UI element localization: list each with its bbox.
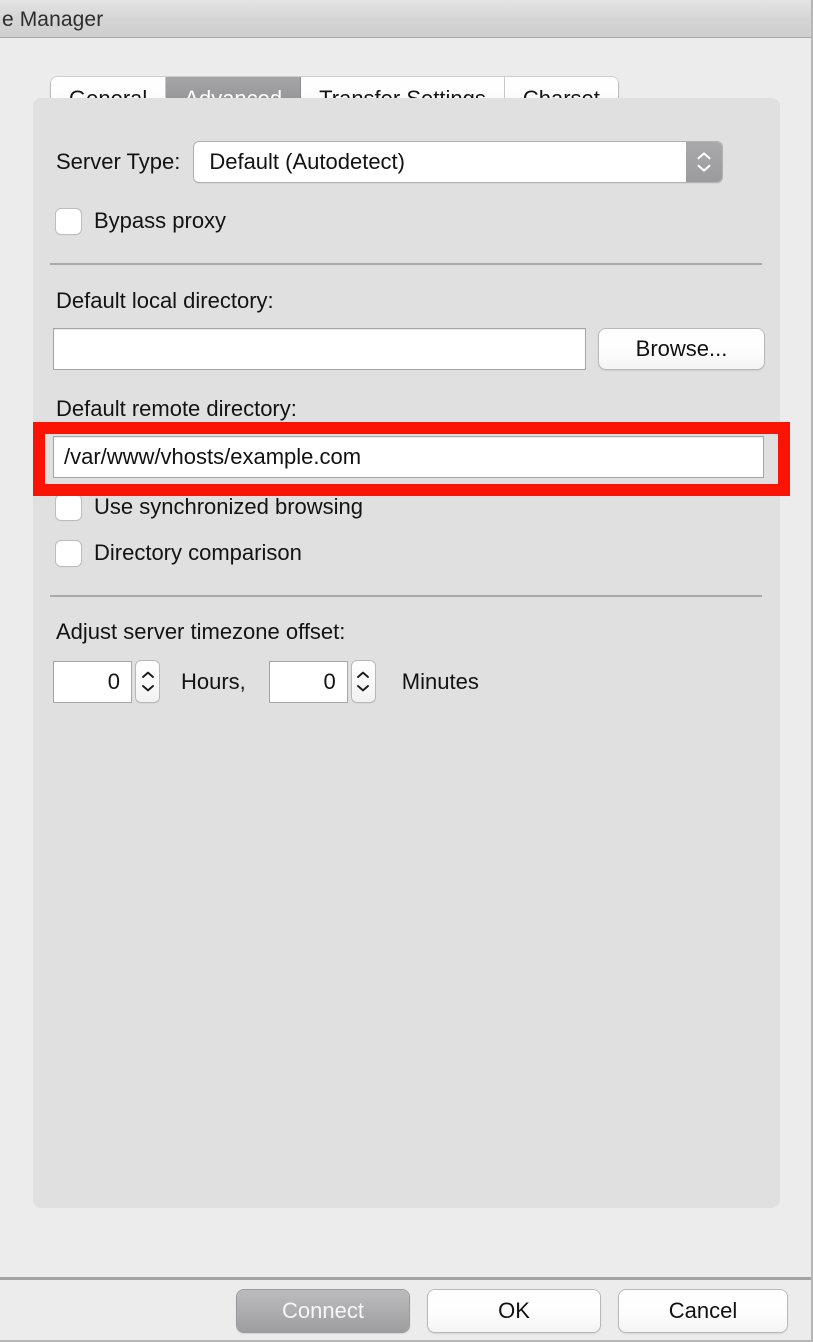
synchronized-browsing-checkbox[interactable] [56, 494, 81, 520]
directory-comparison-checkbox[interactable] [56, 540, 81, 566]
timezone-offset-label: Adjust server timezone offset: [56, 619, 346, 644]
hours-value: 0 [107, 668, 120, 694]
bypass-proxy-label: Bypass proxy [94, 208, 227, 233]
remote-directory-value: /var/www/vhosts/example.com [64, 444, 362, 469]
timezone-fields-row: 0 Hours, 0 Minutes [54, 661, 479, 702]
chevron-up-icon [697, 152, 711, 160]
bypass-proxy-checkbox[interactable] [56, 208, 81, 234]
chevron-up-icon [357, 671, 370, 678]
server-type-value: Default (Autodetect) [209, 149, 405, 174]
divider-bottom [50, 595, 762, 597]
local-directory-label-row: Default local directory: [56, 288, 274, 314]
local-directory-label: Default local directory: [56, 288, 274, 313]
advanced-tab-panel: Server Type: Default (Autodetect) Bypass… [33, 98, 780, 1208]
hours-stepper[interactable] [136, 661, 159, 702]
window-title: e Manager [2, 8, 104, 31]
local-directory-row: Browse... [54, 329, 764, 369]
directory-comparison-row[interactable]: Directory comparison [56, 540, 302, 566]
remote-directory-label: Default remote directory: [56, 396, 297, 421]
directory-comparison-label: Directory comparison [94, 540, 302, 565]
browse-button[interactable]: Browse... [599, 329, 764, 369]
minutes-stepper[interactable] [351, 661, 375, 702]
dialog-footer: Connect OK Cancel [0, 1280, 811, 1340]
remote-directory-row: /var/www/vhosts/example.com [54, 437, 763, 477]
server-type-row: Server Type: Default (Autodetect) [56, 142, 723, 182]
minutes-label: Minutes [401, 668, 479, 694]
chevron-down-icon [697, 164, 711, 172]
synchronized-browsing-label: Use synchronized browsing [94, 494, 364, 519]
ok-button[interactable]: OK [428, 1290, 600, 1332]
remote-directory-input[interactable]: /var/www/vhosts/example.com [54, 437, 763, 477]
chevron-up-icon [141, 671, 154, 678]
bypass-proxy-row[interactable]: Bypass proxy [56, 208, 226, 234]
synchronized-browsing-row[interactable]: Use synchronized browsing [56, 494, 363, 520]
timezone-label-row: Adjust server timezone offset: [56, 619, 345, 645]
footer-button-group: Connect OK Cancel [237, 1290, 787, 1332]
remote-directory-label-row: Default remote directory: [56, 396, 297, 422]
server-type-dropdown[interactable]: Default (Autodetect) [194, 142, 723, 182]
hours-input[interactable]: 0 [54, 661, 131, 702]
divider-top [50, 263, 762, 265]
chevron-down-icon [357, 685, 370, 692]
minutes-value: 0 [323, 668, 336, 694]
hours-label: Hours, [181, 668, 246, 694]
window-titlebar: e Manager [0, 0, 811, 38]
server-type-label: Server Type: [56, 149, 181, 174]
dropdown-stepper[interactable] [686, 142, 723, 182]
chevron-down-icon [141, 685, 154, 692]
site-manager-dialog: e Manager General Advanced Transfer Sett… [0, 0, 813, 1342]
connect-button[interactable]: Connect [237, 1290, 409, 1332]
local-directory-input[interactable] [54, 329, 585, 369]
cancel-button[interactable]: Cancel [619, 1290, 787, 1332]
minutes-input[interactable]: 0 [269, 661, 347, 702]
